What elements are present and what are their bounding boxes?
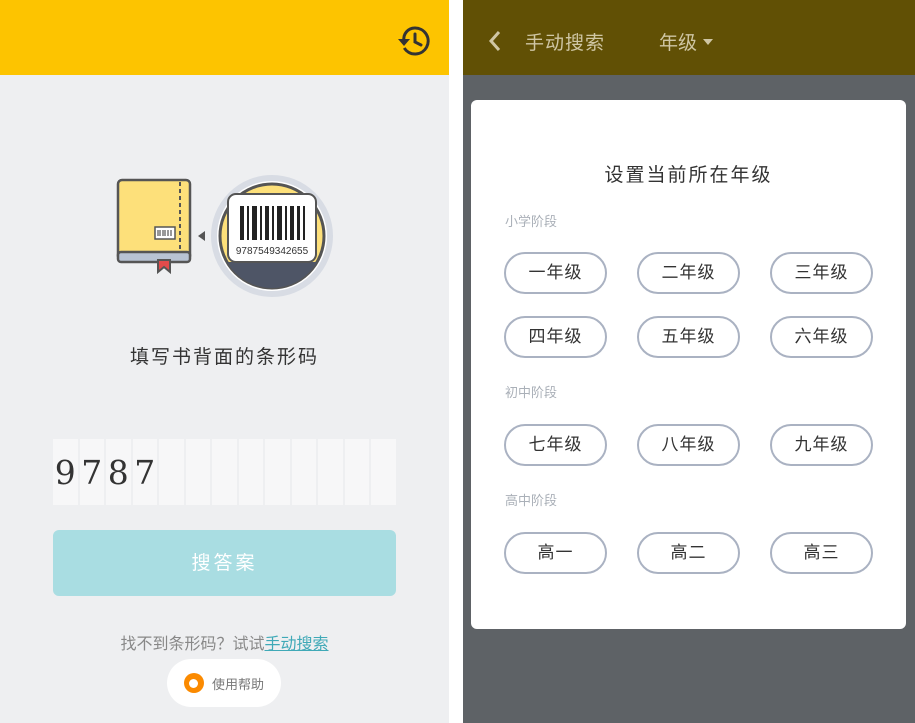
digit-cell[interactable]: 7 xyxy=(132,439,157,505)
grade-option[interactable]: 高三 xyxy=(770,532,873,574)
manual-search-link[interactable]: 手动搜索 xyxy=(265,634,329,653)
caret-down-icon xyxy=(703,38,714,45)
section-label: 小学阶段 xyxy=(505,215,558,230)
digit-cell[interactable] xyxy=(265,439,290,505)
digit-cell[interactable] xyxy=(371,439,396,505)
digit-cell[interactable]: 9 xyxy=(53,439,78,505)
digit-cell[interactable] xyxy=(159,439,184,505)
grade-dialog: 设置当前所在年级 小学阶段 一年级 二年级 三年级 四年级 五年级 六年级 初中… xyxy=(471,100,906,629)
barcode-input[interactable]: 9 7 8 7 xyxy=(53,439,396,505)
screen-divider xyxy=(449,0,463,723)
page-title: 手动搜索 xyxy=(525,32,606,54)
grade-option[interactable]: 八年级 xyxy=(637,424,740,466)
section-label: 初中阶段 xyxy=(505,386,558,401)
digit-cell[interactable] xyxy=(212,439,237,505)
grade-option[interactable]: 七年级 xyxy=(504,424,607,466)
barcode-number: 9787549342655 xyxy=(236,246,309,257)
help-button[interactable]: 使用帮助 xyxy=(167,659,281,707)
top-bar xyxy=(0,0,449,75)
manual-search-screen: 手动搜索 年级 设置当前所在年级 小学阶段 一年级 二年级 三年级 四年级 五年… xyxy=(463,0,915,723)
digit-cell[interactable] xyxy=(238,439,263,505)
grade-option[interactable]: 二年级 xyxy=(637,252,740,294)
digit-cell[interactable] xyxy=(291,439,316,505)
digit-cell[interactable] xyxy=(318,439,343,505)
hint-text: 找不到条形码？试试 xyxy=(120,634,265,653)
grade-dropdown-label: 年级 xyxy=(659,32,698,54)
barcode-screen: 9787549342655 填写书背面的条形码 9 7 8 7 搜答案 找不到条… xyxy=(0,0,449,723)
dialog-title: 设置当前所在年级 xyxy=(604,164,773,186)
grade-dropdown[interactable]: 年级 xyxy=(659,28,714,55)
grade-option[interactable]: 一年级 xyxy=(504,252,607,294)
section-label: 高中阶段 xyxy=(505,494,558,509)
grade-option[interactable]: 三年级 xyxy=(770,252,873,294)
grade-option[interactable]: 四年级 xyxy=(504,316,607,358)
help-icon xyxy=(183,673,204,693)
grade-option[interactable]: 六年级 xyxy=(770,316,873,358)
history-icon[interactable] xyxy=(398,24,432,58)
barcode-prompt: 填写书背面的条形码 xyxy=(129,346,319,368)
grade-option[interactable]: 高一 xyxy=(504,532,607,574)
top-bar: 手动搜索 年级 xyxy=(463,0,915,75)
digit-cell[interactable]: 8 xyxy=(106,439,131,505)
search-answer-button[interactable]: 搜答案 xyxy=(53,530,396,596)
help-label: 使用帮助 xyxy=(211,677,264,693)
book-barcode-illustration: 9787549342655 xyxy=(112,172,342,302)
grade-option[interactable]: 高二 xyxy=(637,532,740,574)
digit-cell[interactable]: 7 xyxy=(79,439,104,505)
digit-cell[interactable] xyxy=(344,439,369,505)
digit-cell[interactable] xyxy=(185,439,210,505)
grade-option[interactable]: 九年级 xyxy=(770,424,873,466)
grade-option[interactable]: 五年级 xyxy=(637,316,740,358)
manual-search-hint: 找不到条形码？试试手动搜索 xyxy=(0,630,449,654)
chevron-left-icon[interactable] xyxy=(483,26,509,56)
